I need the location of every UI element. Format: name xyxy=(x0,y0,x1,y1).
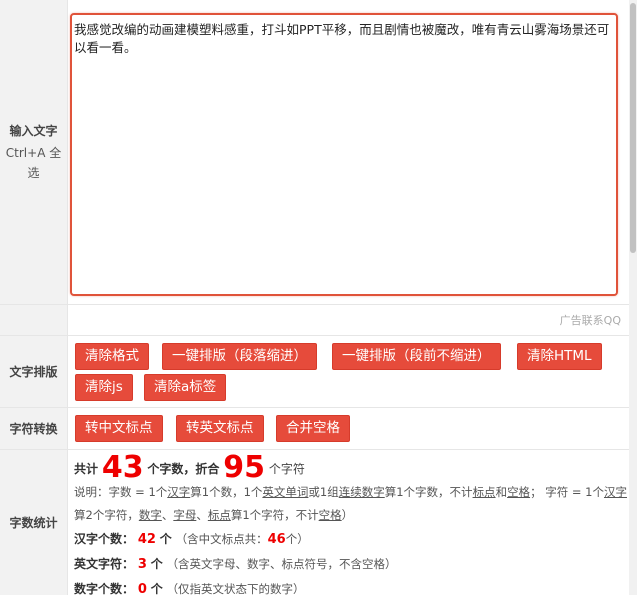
input-content xyxy=(68,0,629,304)
ad-contact-link[interactable]: 广告联系QQ xyxy=(560,312,621,328)
english-note: （含英文字母、数字、标点符号，不含空格） xyxy=(166,557,397,571)
desc-hanzi: 汉字 xyxy=(603,485,627,499)
total-prefix: 共计 xyxy=(74,462,99,476)
clear-js-button[interactable]: 清除js xyxy=(75,374,133,401)
layout-buttons: 清除格式 一键排版（段落缩进） 一键排版（段前不缩进） 清除HTML 清除js … xyxy=(68,336,629,407)
desc-text: 说明：字数 = 1个 xyxy=(74,485,168,499)
english-label: 英文字符： xyxy=(74,557,135,571)
total-line: 共计 43 个字数，折合 95 个字符 xyxy=(74,453,629,483)
desc-hanzi: 汉字 xyxy=(167,485,191,499)
convert-label: 字符转换 xyxy=(9,422,58,436)
desc-digits: 连续数字 xyxy=(338,485,385,499)
hanzi-note: （含中文标点共： xyxy=(175,532,268,546)
number-note: （仅指英文状态下的数字） xyxy=(166,582,305,596)
desc-text: 算1个字数，不计 xyxy=(384,485,473,499)
desc-space: 空格 xyxy=(507,485,531,499)
desc-text: ） xyxy=(341,508,354,522)
ad-label-cell xyxy=(0,305,68,335)
stats-label-cell: 字数统计 xyxy=(0,450,68,595)
hanzi-note: 个） xyxy=(285,532,309,546)
stats-row: 字数统计 共计 43 个字数，折合 95 个字符 说明：字数 = 1个汉字算1个… xyxy=(0,450,629,598)
scrollbar-thumb[interactable] xyxy=(630,3,636,253)
input-label-cell: 输入文字 Ctrl+A 全选 xyxy=(0,0,68,304)
hanzi-count: 42 xyxy=(137,532,156,547)
desc-punct: 标点 xyxy=(472,485,496,499)
select-all-hint: Ctrl+A 全选 xyxy=(5,145,62,180)
desc-text: 和 xyxy=(495,485,508,499)
clear-format-button[interactable]: 清除格式 xyxy=(75,343,149,370)
convert-buttons: 转中文标点 转英文标点 合并空格 xyxy=(68,408,629,449)
layout-label-cell: 文字排版 xyxy=(0,336,68,407)
ad-row: 广告联系QQ xyxy=(0,305,629,336)
clear-html-button[interactable]: 清除HTML xyxy=(517,343,602,370)
stats-content: 共计 43 个字数，折合 95 个字符 说明：字数 = 1个汉字算1个数，1个英… xyxy=(68,450,629,598)
auto-format-indent-button[interactable]: 一键排版（段落缩进） xyxy=(162,343,317,370)
english-count-line: 英文字符： 3 个 （含英文字母、数字、标点符号，不含空格） xyxy=(74,552,629,577)
convert-label-cell: 字符转换 xyxy=(0,408,68,449)
hanzi-label: 汉字个数： xyxy=(74,532,135,546)
text-input[interactable] xyxy=(70,13,618,296)
number-unit: 个 xyxy=(150,582,163,596)
to-english-punct-button[interactable]: 转英文标点 xyxy=(176,415,264,442)
desc-space: 空格 xyxy=(318,508,342,522)
desc-letter: 字母 xyxy=(173,508,197,522)
desc-text: 算2个字符， xyxy=(74,508,139,522)
hanzi-unit: 个 xyxy=(159,532,172,546)
desc-punct: 标点 xyxy=(207,508,231,522)
desc-text: 算1个数，1个 xyxy=(190,485,263,499)
layout-label: 文字排版 xyxy=(9,365,58,379)
stats-description: 说明：字数 = 1个汉字算1个数，1个英文单词或1组连续数字算1个字数，不计标点… xyxy=(74,481,629,527)
desc-text: 、 xyxy=(161,508,174,522)
english-count: 3 xyxy=(137,557,147,572)
char-unit: 个字符 xyxy=(268,462,305,476)
layout-row: 文字排版 清除格式 一键排版（段落缩进） 一键排版（段前不缩进） 清除HTML … xyxy=(0,336,629,408)
clear-a-tag-button[interactable]: 清除a标签 xyxy=(144,374,227,401)
ad-content: 广告联系QQ xyxy=(68,305,629,335)
desc-text: 算1个字符，不计 xyxy=(230,508,319,522)
input-label: 输入文字 xyxy=(9,123,58,138)
english-unit: 个 xyxy=(150,557,163,571)
hanzi-punct-count: 46 xyxy=(267,532,286,547)
hanzi-count-line: 汉字个数： 42 个 （含中文标点共：46个） xyxy=(74,527,629,552)
stats-label: 字数统计 xyxy=(9,516,58,530)
input-row: 输入文字 Ctrl+A 全选 xyxy=(0,0,629,305)
total-word-count: 43 xyxy=(101,450,144,485)
convert-row: 字符转换 转中文标点 转英文标点 合并空格 xyxy=(0,408,629,450)
number-count-line: 数字个数： 0 个 （仅指英文状态下的数字） xyxy=(74,577,629,602)
desc-number: 数字 xyxy=(138,508,162,522)
to-chinese-punct-button[interactable]: 转中文标点 xyxy=(75,415,163,442)
total-char-count: 95 xyxy=(223,450,266,485)
desc-word: 英文单词 xyxy=(262,485,309,499)
number-label: 数字个数： xyxy=(74,582,135,596)
desc-text: 、 xyxy=(196,508,208,522)
total-unit: 个字数，折合 xyxy=(147,462,220,476)
page-scrollbar[interactable] xyxy=(629,0,637,595)
desc-text: ； 字符 = 1个 xyxy=(530,485,604,499)
auto-format-no-indent-button[interactable]: 一键排版（段前不缩进） xyxy=(332,343,501,370)
desc-text: 或1组 xyxy=(308,485,339,499)
merge-spaces-button[interactable]: 合并空格 xyxy=(276,415,350,442)
